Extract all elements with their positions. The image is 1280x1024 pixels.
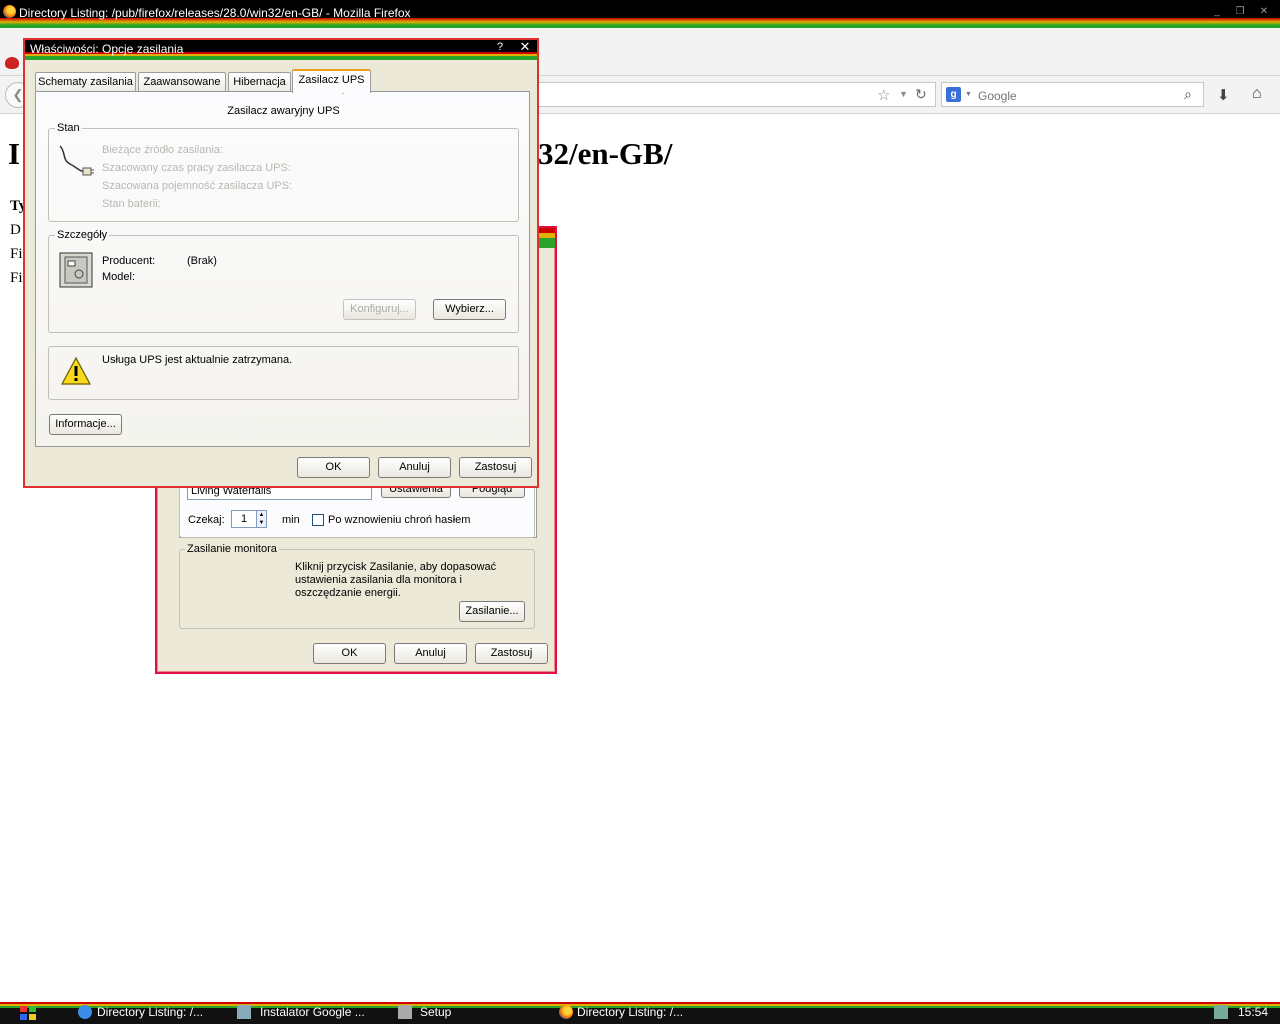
listing-row-fragment[interactable]: Fi <box>10 270 23 287</box>
status-capacity: Szacowana pojemność zasilacza UPS: <box>102 180 293 192</box>
dialog-corner <box>539 228 555 248</box>
page-title-start: I <box>8 136 21 171</box>
firefox-logo-icon <box>3 5 16 18</box>
power-plug-icon <box>59 145 94 176</box>
ups-device-icon <box>59 252 93 288</box>
reload-icon[interactable]: ↻ <box>915 86 927 103</box>
installer-icon <box>237 1005 251 1019</box>
page-title-end: 32/en-GB/ <box>538 136 673 171</box>
close-icon[interactable]: ✕ <box>1258 7 1270 17</box>
status-runtime: Szacowany czas pracy zasilacza UPS: <box>102 162 291 174</box>
start-button[interactable] <box>19 1005 37 1021</box>
password-checkbox[interactable] <box>312 514 324 526</box>
info-button[interactable]: Informacje... <box>49 414 122 435</box>
tab-favicon-icon[interactable] <box>5 57 19 69</box>
monitor-description: Kliknij przycisk Zasilanie, aby dopasowa… <box>295 561 497 599</box>
listing-row-fragment[interactable]: Fi <box>10 246 23 263</box>
tab-advanced[interactable]: Zaawansowane <box>138 72 226 92</box>
tab-ups[interactable]: Zasilacz UPS <box>292 69 371 93</box>
download-icon[interactable]: ⬇ <box>1217 86 1230 104</box>
monitor-group-label: Zasilanie monitora <box>185 543 279 555</box>
close-icon[interactable]: ✕ <box>517 40 533 54</box>
setup-icon <box>398 1005 412 1019</box>
cancel-button[interactable]: Anuluj <box>378 457 451 478</box>
taskbar-item-firefox[interactable]: Directory Listing: /... <box>577 1005 683 1019</box>
taskbar-item-installer[interactable]: Instalator Google ... <box>260 1005 365 1019</box>
page-title: I 32/en-GB/ <box>8 136 672 172</box>
dialog-title: Właściwości: Opcje zasilania <box>30 42 184 56</box>
manufacturer-value: (Brak) <box>187 255 217 267</box>
select-button[interactable]: Wybierz... <box>433 299 506 320</box>
engine-dropdown-icon[interactable]: ▼ <box>965 91 972 98</box>
ups-tab-panel: Zasilacz awaryjny UPS Stan Bieżące źródł… <box>35 91 530 447</box>
details-group-label: Szczegóły <box>55 229 110 241</box>
ok-button[interactable]: OK <box>297 457 370 478</box>
home-icon[interactable]: ⌂ <box>1252 85 1262 103</box>
dialog-titlebar: Właściwości: Opcje zasilania ? ✕ <box>25 40 537 60</box>
history-dropdown-icon[interactable]: ▼ <box>899 89 908 99</box>
clock: 15:54 <box>1238 1005 1269 1019</box>
panel-title: Zasilacz awaryjny UPS <box>227 105 340 117</box>
status-group-label: Stan <box>55 122 82 134</box>
window-title: Directory Listing: /pub/firefox/releases… <box>19 6 411 20</box>
password-checkbox-label: Po wznowieniu chroń hasłem <box>328 514 471 526</box>
ok-button[interactable]: OK <box>313 643 386 664</box>
ups-properties-dialog: Właściwości: Opcje zasilania ? ✕ Schemat… <box>23 38 539 488</box>
tab-hibernation[interactable]: Hibernacja <box>228 72 291 92</box>
apply-button[interactable]: Zastosuj <box>459 457 532 478</box>
restore-icon[interactable]: ❐ <box>1234 7 1246 17</box>
help-icon[interactable]: ? <box>497 41 503 53</box>
tab-power-schemes[interactable]: Schematy zasilania <box>35 72 136 92</box>
search-placeholder: Google <box>978 89 1017 103</box>
google-engine-icon[interactable]: g <box>946 87 961 102</box>
taskbar-item-setup[interactable]: Setup <box>420 1005 451 1019</box>
wait-input[interactable]: 1 <box>231 510 257 528</box>
minimize-icon[interactable]: _ <box>1211 7 1223 17</box>
configure-button[interactable]: Konfiguruj... <box>343 299 416 320</box>
tray-network-icon[interactable] <box>1214 1005 1228 1019</box>
wait-unit: min <box>282 514 300 526</box>
wait-label: Czekaj: <box>188 514 225 526</box>
power-button[interactable]: Zasilanie... <box>459 601 525 622</box>
firefox-taskbar-icon <box>559 1005 573 1019</box>
listing-row-fragment[interactable]: D <box>10 222 21 239</box>
apply-button[interactable]: Zastosuj <box>475 643 548 664</box>
cancel-button[interactable]: Anuluj <box>394 643 467 664</box>
wait-spinner[interactable]: ▲ ▼ <box>256 510 267 528</box>
taskbar-item-ie[interactable]: Directory Listing: /... <box>97 1005 203 1019</box>
status-battery: Stan baterii: <box>102 198 161 210</box>
bookmark-star-icon[interactable]: ☆ <box>877 86 890 104</box>
manufacturer-label: Producent: <box>102 255 156 267</box>
warning-icon <box>60 356 92 385</box>
ie-icon <box>78 1005 92 1019</box>
status-power-source: Bieżące źródło zasilania: <box>102 144 224 156</box>
model-label: Model: <box>102 271 136 283</box>
service-status-text: Usługa UPS jest aktualnie zatrzymana. <box>102 354 293 366</box>
search-icon[interactable]: ⌕ <box>1184 86 1192 103</box>
